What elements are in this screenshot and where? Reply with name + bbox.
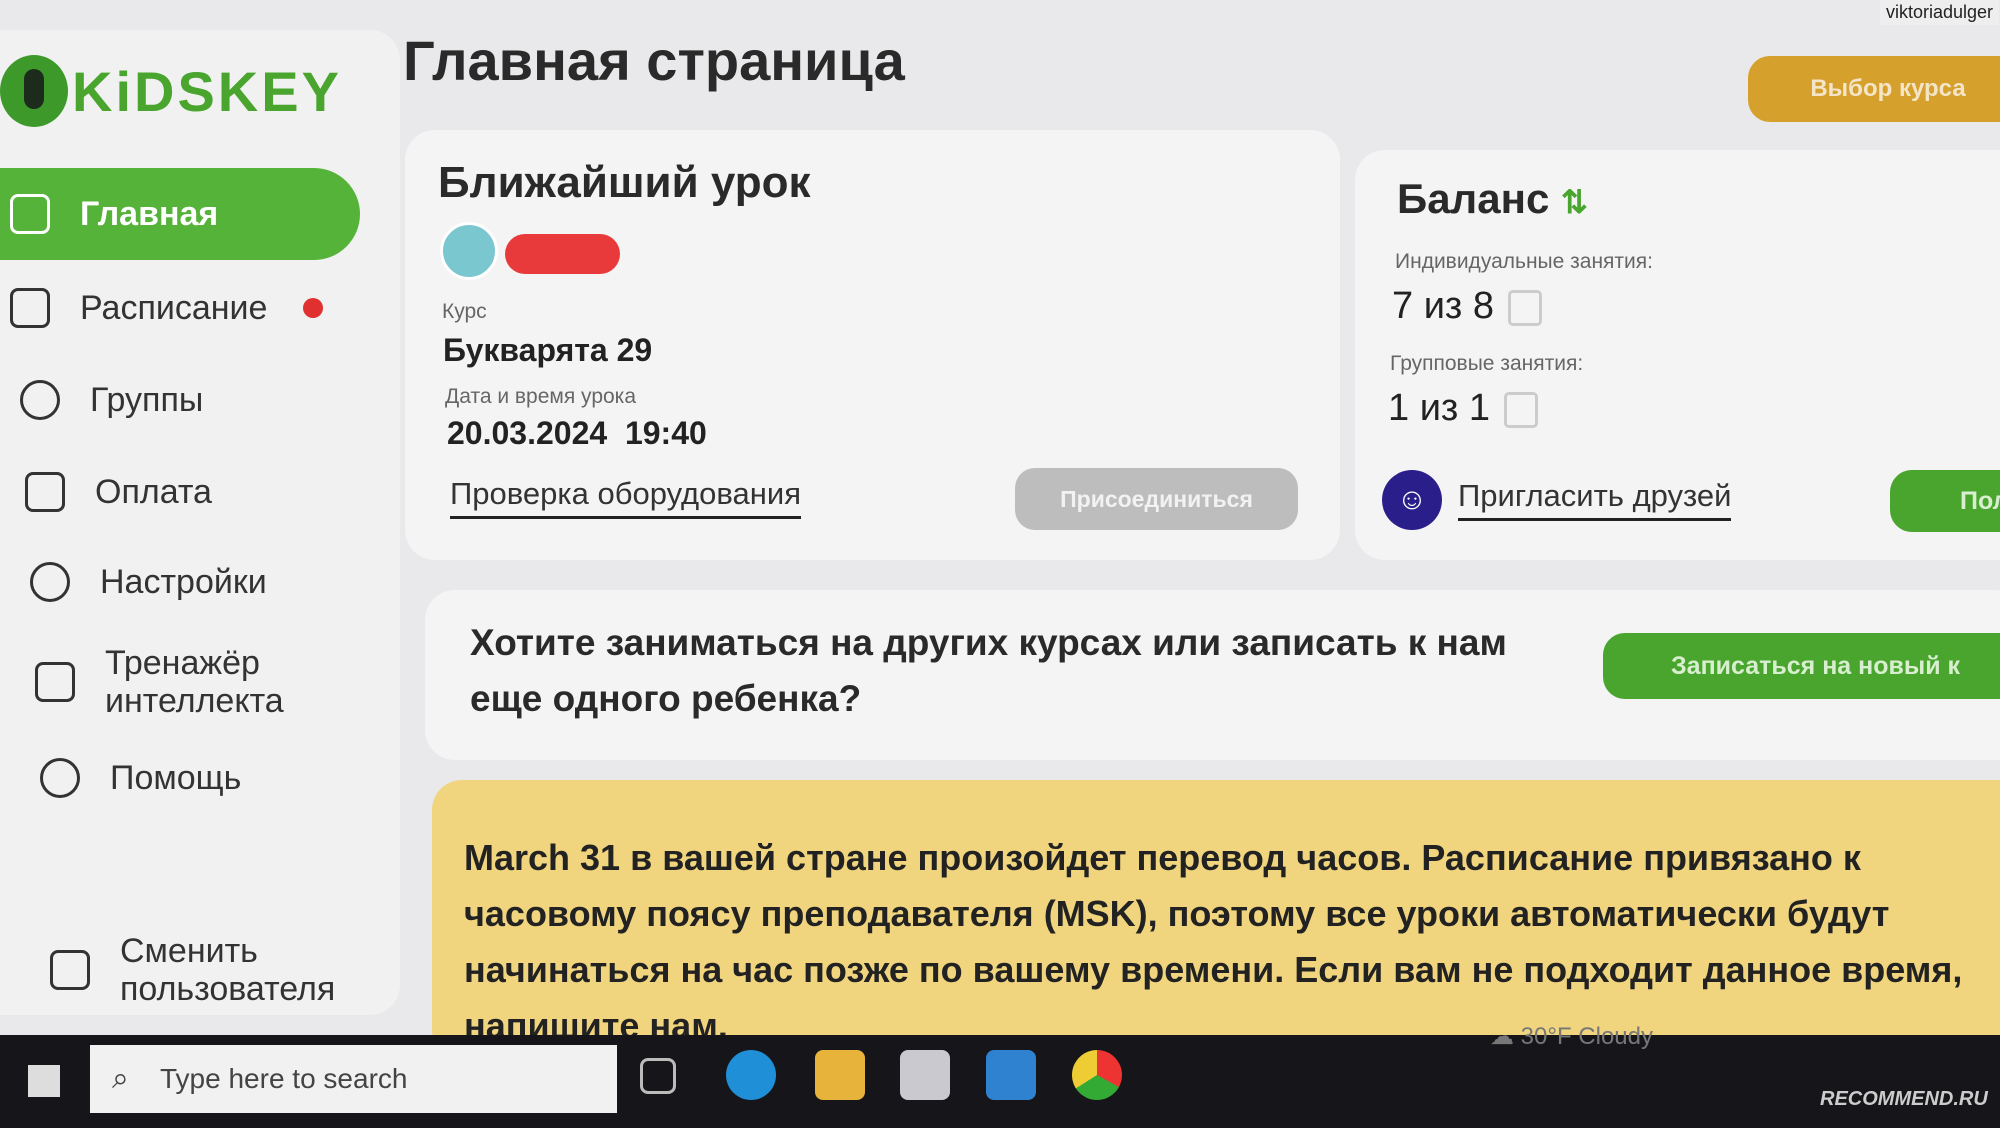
balance-title: Баланс ⇅ — [1397, 175, 1588, 222]
chrome-icon[interactable] — [1072, 1050, 1122, 1100]
sidebar-item-label: Настройки — [100, 562, 267, 601]
logo[interactable]: KiDSKEY — [0, 55, 342, 127]
course-label: Курс — [442, 300, 487, 323]
sidebar-item-label: Главная — [80, 194, 219, 233]
sidebar-item-label: Тренажёр интеллекта — [105, 644, 284, 720]
notification-dot — [303, 298, 324, 318]
mail-icon[interactable] — [986, 1050, 1036, 1100]
swap-arrows-icon[interactable]: ⇅ — [1561, 184, 1588, 220]
gear-icon — [30, 562, 70, 602]
group-count: 1 из 1 — [1388, 387, 1491, 429]
timezone-notice: March 31 в вашей стране произойдет перев… — [432, 780, 2000, 1060]
calendar-icon — [10, 288, 50, 328]
search-icon: ⌕ — [112, 1062, 129, 1095]
sidebar-item-label: Оплата — [95, 472, 212, 511]
invite-friends-icon[interactable]: ☺ — [1382, 470, 1442, 530]
cloud-icon: ☁ — [1490, 1023, 1514, 1050]
watermark: viktoriadulger — [1880, 0, 2000, 25]
equipment-check-link[interactable]: Проверка оборудования — [450, 476, 801, 519]
join-button[interactable]: Присоединиться — [1015, 468, 1298, 530]
sidebar-item-label: Сменить пользователя — [120, 932, 336, 1008]
users-icon — [20, 380, 60, 420]
sidebar-item-settings[interactable]: Настройки — [0, 536, 360, 628]
sidebar-item-payment[interactable]: Оплата — [0, 446, 360, 538]
sidebar-item-home[interactable]: Главная — [0, 168, 360, 260]
wallet-icon — [25, 472, 65, 512]
puzzle-icon — [35, 662, 75, 702]
recommend-watermark: RECOMMEND.RU — [1820, 1088, 1988, 1110]
logout-icon — [50, 950, 90, 990]
calendar-icon[interactable] — [1508, 289, 1543, 326]
datetime-label: Дата и время урока — [445, 385, 637, 408]
page-title: Главная страница — [403, 29, 905, 92]
sidebar-item-label: Группы — [90, 380, 204, 419]
sidebar-item-label: Расписание — [80, 288, 268, 327]
help-icon — [40, 758, 80, 798]
home-icon — [10, 194, 50, 234]
sidebar-item-trainer[interactable]: Тренажёр интеллекта — [0, 636, 320, 728]
individual-count: 7 из 8 — [1392, 285, 1495, 327]
top-up-button[interactable]: Пол — [1890, 470, 2000, 532]
taskbar-search-input: ⌕ Type here to search — [90, 1045, 617, 1113]
store-icon[interactable] — [900, 1050, 950, 1100]
course-name: Букварята 29 — [443, 332, 653, 368]
weather-text: 30°F Cloudy — [1520, 1023, 1653, 1050]
next-lesson-title: Ближайший урок — [438, 158, 811, 207]
task-view-icon[interactable] — [640, 1058, 676, 1094]
search-placeholder[interactable]: Type here to search — [160, 1063, 407, 1095]
lesson-date: 20.03.2024 — [447, 415, 608, 451]
logo-mark — [0, 55, 68, 127]
edge-icon[interactable] — [726, 1050, 776, 1100]
teacher-avatar — [440, 222, 498, 280]
calendar-icon[interactable] — [1504, 391, 1539, 428]
windows-start-icon[interactable] — [28, 1065, 60, 1097]
choose-course-button[interactable]: Выбор курса — [1748, 56, 2000, 122]
individual-label: Индивидуальные занятия: — [1395, 250, 1653, 273]
redacted-teacher-name — [505, 234, 620, 274]
sidebar-item-label: Помощь — [110, 758, 242, 797]
promo-text: Хотите заниматься на других курсах или з… — [470, 622, 1507, 719]
group-label: Групповые занятия: — [1390, 352, 1584, 375]
sidebar-item-help[interactable]: Помощь — [0, 732, 360, 824]
switch-user-button[interactable]: Сменить пользователя — [0, 920, 360, 1020]
enroll-new-button[interactable]: Записаться на новый к — [1603, 633, 2000, 699]
logo-text: KiDSKEY — [72, 59, 342, 123]
invite-friends-link[interactable]: Пригласить друзей — [1458, 478, 1732, 521]
lesson-time: 19:40 — [624, 415, 707, 451]
file-explorer-icon[interactable] — [815, 1050, 865, 1100]
weather-widget[interactable]: ☁ 30°F Cloudy — [1490, 1022, 1653, 1051]
sidebar-item-schedule[interactable]: Расписание — [0, 262, 360, 354]
sidebar-item-groups[interactable]: Группы — [0, 354, 360, 446]
